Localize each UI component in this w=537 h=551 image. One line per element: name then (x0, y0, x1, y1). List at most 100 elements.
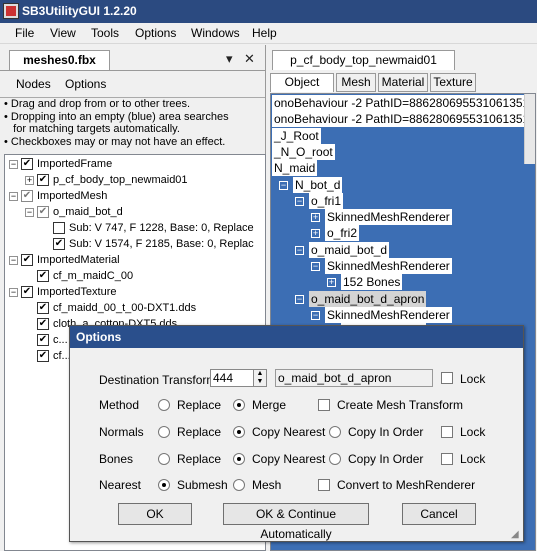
tree-node-label: ImportedTexture (37, 286, 117, 298)
tree-checkbox[interactable]: ✔ (37, 302, 49, 314)
collapse-icon[interactable]: − (279, 180, 288, 190)
object-tree-node[interactable]: N_bot_d (293, 176, 343, 193)
lock-label: Lock (460, 452, 486, 466)
pane-close-icon[interactable]: ✕ (244, 51, 255, 67)
object-tree-node[interactable]: _J_Root (272, 127, 321, 144)
tab-mesh[interactable]: Mesh (336, 73, 376, 92)
left-document-tab[interactable]: meshes0.fbx (9, 50, 110, 70)
tree-checkbox[interactable]: ✔ (21, 190, 33, 202)
tree-checkbox[interactable] (53, 222, 65, 234)
lock-checkbox[interactable] (441, 453, 453, 465)
lock-label: Lock (460, 425, 486, 439)
collapse-icon[interactable]: − (9, 160, 18, 169)
radio-method-replace[interactable] (158, 399, 170, 411)
tree-node[interactable]: ✔ cf_m_maidC_00 (5, 268, 265, 284)
right-document-tab[interactable]: p_cf_body_top_newmaid01 (272, 50, 455, 70)
extra-checkbox[interactable] (318, 399, 330, 411)
radio-nearest-mesh[interactable] (233, 479, 245, 491)
ok-continue-button[interactable]: OK & Continue Automatically (223, 503, 369, 541)
tree-node[interactable]: − ✔ ImportedFrame (5, 156, 265, 172)
extra-checkbox[interactable] (318, 479, 330, 491)
tree-checkbox[interactable]: ✔ (37, 334, 49, 346)
tab-texture[interactable]: Texture (430, 73, 476, 92)
tree-checkbox[interactable]: ✔ (21, 158, 33, 170)
row-label-method: Method (99, 398, 140, 412)
collapse-icon[interactable]: − (9, 256, 18, 265)
ok-button[interactable]: OK (118, 503, 192, 525)
collapse-icon[interactable]: − (295, 294, 304, 304)
menu-help[interactable]: Help (252, 26, 277, 40)
tree-checkbox[interactable]: ✔ (37, 318, 49, 330)
radio-bones-copy-nearest[interactable] (233, 453, 245, 465)
expand-icon[interactable]: + (25, 176, 34, 185)
expand-icon[interactable]: + (327, 278, 336, 288)
collapse-icon[interactable]: − (295, 196, 304, 206)
expand-icon[interactable]: + (311, 213, 320, 223)
resize-grip-icon[interactable]: ◢ (511, 529, 521, 540)
collapse-icon[interactable]: − (9, 288, 18, 297)
radio-bones-replace[interactable] (158, 453, 170, 465)
tree-node[interactable]: Sub: V 747, F 1228, Base: 0, Replace (5, 220, 265, 236)
object-tree-node[interactable]: _N_O_root (272, 143, 335, 160)
radio-normals-copy-nearest[interactable] (233, 426, 245, 438)
tree-node[interactable]: ✔ Sub: V 1574, F 2185, Base: 0, Replac (5, 236, 265, 252)
radio-label: Mesh (252, 478, 282, 492)
tab-options[interactable]: Options (65, 77, 106, 91)
tree-node[interactable]: − ✔ o_maid_bot_d (5, 204, 265, 220)
pane-dropdown-icon[interactable]: ▾ (226, 51, 233, 67)
object-tree-node[interactable]: o_maid_bot_d (309, 241, 390, 258)
tree-checkbox[interactable]: ✔ (21, 254, 33, 266)
tree-checkbox[interactable]: ✔ (37, 270, 49, 282)
object-tree-node[interactable]: onoBehaviour -2 PathID=88628069553106135… (272, 111, 532, 128)
tree-node[interactable]: + ✔ p_cf_body_top_newmaid01 (5, 172, 265, 188)
menu-options[interactable]: Options (135, 26, 176, 40)
menu-file[interactable]: File (15, 26, 34, 40)
radio-bones-copy-in-order[interactable] (329, 453, 341, 465)
collapse-icon[interactable]: − (311, 310, 320, 320)
object-tree-node[interactable]: SkinnedMeshRenderer (325, 306, 452, 323)
help-line: for matching targets automatically. (4, 123, 180, 135)
lock-checkbox[interactable] (441, 426, 453, 438)
radio-method-merge[interactable] (233, 399, 245, 411)
menu-windows[interactable]: Windows (191, 26, 240, 40)
tree-node-label: Sub: V 747, F 1228, Base: 0, Replace (69, 222, 254, 234)
menu-view[interactable]: View (50, 26, 76, 40)
tree-checkbox[interactable]: ✔ (37, 206, 49, 218)
object-tree-node[interactable]: onoBehaviour -2 PathID=88628069553106135… (272, 95, 532, 111)
object-tree-node[interactable]: o_fri2 (325, 225, 360, 242)
tab-object-tree[interactable]: Object Tree (270, 73, 334, 106)
tab-material[interactable]: Material (378, 73, 428, 92)
object-tree-node[interactable]: SkinnedMeshRenderer (325, 209, 452, 226)
tree-node[interactable]: − ✔ ImportedMesh (5, 188, 265, 204)
tab-nodes[interactable]: Nodes (16, 77, 51, 91)
tree-checkbox[interactable]: ✔ (37, 174, 49, 186)
collapse-icon[interactable]: − (9, 192, 18, 201)
tree-node[interactable]: ✔ cf_maidd_00_t_00-DXT1.dds (5, 300, 265, 316)
object-tree-node[interactable]: N_maid (272, 160, 318, 177)
radio-normals-replace[interactable] (158, 426, 170, 438)
destination-spinner[interactable]: ▲ ▼ (253, 369, 267, 387)
tree-node[interactable]: − ✔ ImportedTexture (5, 284, 265, 300)
object-tree-node[interactable]: o_fri1 (309, 192, 344, 209)
tree-checkbox[interactable]: ✔ (53, 238, 65, 250)
radio-nearest-submesh[interactable] (158, 479, 170, 491)
tree-node[interactable]: − ✔ ImportedMaterial (5, 252, 265, 268)
tree-checkbox[interactable]: ✔ (21, 286, 33, 298)
lock-destination-checkbox[interactable] (441, 372, 453, 384)
object-tree-node[interactable]: 152 Bones (341, 274, 403, 291)
collapse-icon[interactable]: − (25, 208, 34, 217)
tree-node-label: cf_maidd_00_t_00-DXT1.dds (53, 302, 197, 314)
destination-index-input[interactable]: 444 (210, 369, 254, 387)
radio-label: Submesh (177, 478, 228, 492)
cancel-button[interactable]: Cancel (402, 503, 476, 525)
radio-normals-copy-in-order[interactable] (329, 426, 341, 438)
tree-checkbox[interactable]: ✔ (37, 350, 49, 362)
collapse-icon[interactable]: − (311, 262, 320, 271)
object-tree-node[interactable]: SkinnedMeshRenderer (325, 258, 452, 274)
object-tree-node[interactable]: o_maid_bot_d_apron (309, 290, 427, 307)
expand-icon[interactable]: + (311, 229, 320, 239)
collapse-icon[interactable]: − (295, 245, 304, 255)
menu-tools[interactable]: Tools (91, 26, 119, 40)
help-line: • Drag and drop from or to other trees. (4, 98, 191, 110)
tree-scrollbar[interactable] (524, 94, 535, 164)
